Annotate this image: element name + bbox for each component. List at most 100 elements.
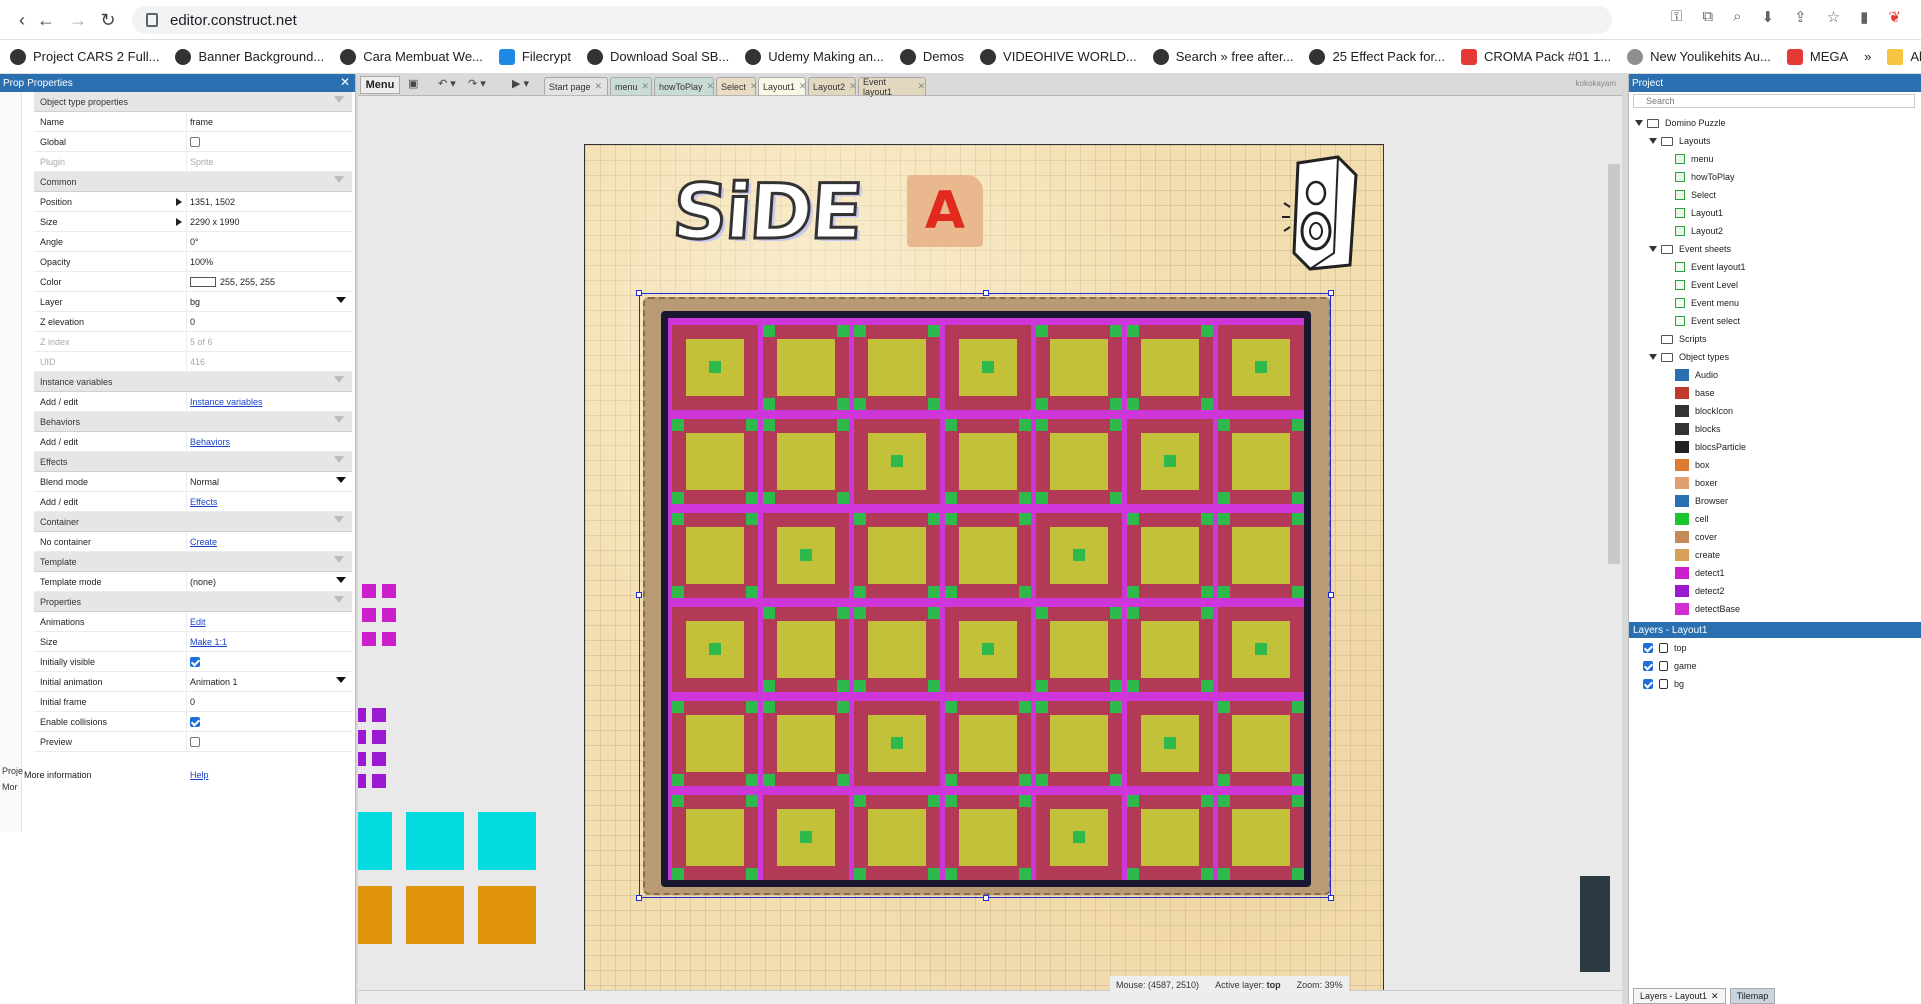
collapse-icon[interactable] [334, 176, 344, 183]
bookmark-item[interactable]: Project CARS 2 Full... [10, 48, 159, 65]
dropdown-icon[interactable] [336, 477, 346, 483]
prop-global[interactable]: Global [34, 132, 352, 152]
prop-enable-collisions[interactable]: Enable collisions [34, 712, 352, 732]
board-cell[interactable] [1127, 419, 1213, 504]
board-cell[interactable] [763, 325, 849, 410]
prop-add-edit-behaviors[interactable]: Add / edit Behaviors [34, 432, 352, 452]
board-cell[interactable] [763, 795, 849, 880]
board-cell[interactable] [763, 701, 849, 786]
undo-icon[interactable]: ↶ ▾ [438, 77, 456, 90]
collapse-icon[interactable] [334, 556, 344, 563]
board-cell[interactable] [672, 325, 758, 410]
board-cell[interactable] [854, 419, 940, 504]
prop-add-edit-iv[interactable]: Add / edit Instance variables [34, 392, 352, 412]
lock-icon[interactable] [1659, 679, 1668, 689]
board-cell[interactable] [854, 607, 940, 692]
resize-handle[interactable] [983, 895, 989, 901]
layer-visible-checkbox[interactable] [1643, 679, 1653, 689]
close-tab-icon[interactable]: ✕ [595, 81, 603, 92]
dropdown-icon[interactable] [336, 577, 346, 583]
tab-layout2[interactable]: Layout2 ✕ [808, 77, 857, 95]
prop-add-edit-effects[interactable]: Add / edit Effects [34, 492, 352, 512]
resize-handle[interactable] [983, 290, 989, 296]
close-tab-icon[interactable]: ✕ [707, 81, 715, 92]
tree-layout-item[interactable]: Layout1 [1635, 204, 1920, 222]
board-cell[interactable] [672, 701, 758, 786]
behaviors-link[interactable]: Behaviors [190, 437, 230, 447]
tab-tilemap[interactable]: Tilemap [1729, 988, 1776, 1004]
board-cell[interactable] [1218, 419, 1304, 504]
tree-layout-item[interactable]: menu [1635, 150, 1920, 168]
more-bookmarks-icon[interactable]: » [1864, 49, 1871, 64]
prop-animations[interactable]: Animations Edit [34, 612, 352, 632]
board-cell[interactable] [854, 795, 940, 880]
prop-z-elevation[interactable]: Z elevation 0 [34, 312, 352, 332]
color-swatch[interactable] [190, 276, 216, 287]
close-tab-icon[interactable]: ✕ [917, 81, 925, 92]
forward-arrow-icon[interactable]: → [62, 4, 94, 36]
tree-object-item[interactable]: cell [1635, 510, 1920, 528]
address-bar[interactable]: editor.construct.net [132, 6, 1612, 34]
layer-visible-checkbox[interactable] [1643, 643, 1653, 653]
bookmark-item[interactable]: Banner Background... [175, 48, 324, 65]
prop-color[interactable]: Color 255, 255, 255 [34, 272, 352, 292]
back-arrow-icon[interactable]: ← [30, 4, 62, 36]
create-container-link[interactable]: Create [190, 537, 217, 547]
play-icon[interactable]: ▶ ▾ [512, 77, 529, 90]
save-icon[interactable]: ▣ [408, 77, 418, 90]
board-cell[interactable] [1218, 795, 1304, 880]
lock-icon[interactable] [1659, 661, 1668, 671]
tree-scripts-folder[interactable]: Scripts [1635, 330, 1920, 348]
board-cell[interactable] [1127, 701, 1213, 786]
section-instance-variables[interactable]: Instance variables [34, 372, 352, 392]
board-cell[interactable] [672, 419, 758, 504]
resize-handle[interactable] [636, 290, 642, 296]
board-cell[interactable] [945, 513, 1031, 598]
prop-preview[interactable]: Preview [34, 732, 352, 752]
collapse-icon[interactable] [334, 456, 344, 463]
board-cell[interactable] [945, 419, 1031, 504]
prop-opacity[interactable]: Opacity 100% [34, 252, 352, 272]
menu-button[interactable]: Menu [360, 76, 400, 94]
speaker-icon[interactable] [1280, 153, 1358, 271]
bookmark-item[interactable]: MEGA [1786, 48, 1848, 65]
bookmark-item[interactable]: VIDEOHIVE WORLD... [980, 48, 1137, 65]
board-cell[interactable] [1036, 607, 1122, 692]
open-tab-icon[interactable]: ⧉ [1702, 8, 1713, 26]
tree-event-item[interactable]: Event select [1635, 312, 1920, 330]
tree-object-item[interactable]: Browser [1635, 492, 1920, 510]
expand-arrow-icon[interactable] [176, 198, 182, 206]
board-cell[interactable] [945, 795, 1031, 880]
bookmark-item[interactable]: Filecrypt [498, 48, 571, 65]
tree-object-item[interactable]: detect1 [1635, 564, 1920, 582]
layer-row-game[interactable]: game [1643, 658, 1697, 674]
layout-canvas[interactable]: SiDE A [584, 144, 1384, 994]
bookmark-item[interactable]: Cara Membuat We... [340, 48, 483, 65]
board-cell[interactable] [1127, 795, 1213, 880]
tree-events-folder[interactable]: Event sheets [1635, 240, 1920, 258]
board-cell[interactable] [1218, 325, 1304, 410]
prop-template-mode[interactable]: Template mode (none) [34, 572, 352, 592]
tree-layout-item[interactable]: howToPlay [1635, 168, 1920, 186]
section-container[interactable]: Container [34, 512, 352, 532]
board-cell[interactable] [1036, 419, 1122, 504]
close-tab-icon[interactable]: ✕ [1711, 991, 1719, 1002]
tree-object-item[interactable]: blockIcon [1635, 402, 1920, 420]
section-common[interactable]: Common [34, 172, 352, 192]
prop-initial-animation[interactable]: Initial animation Animation 1 [34, 672, 352, 692]
section-behaviors[interactable]: Behaviors [34, 412, 352, 432]
horizontal-scrollbar[interactable] [358, 990, 1622, 1004]
expand-icon[interactable] [1649, 138, 1657, 144]
tree-event-item[interactable]: Event Level [1635, 276, 1920, 294]
extension-icon[interactable]: ❦ [1888, 8, 1901, 26]
resize-handle[interactable] [636, 592, 642, 598]
collapse-icon[interactable] [334, 96, 344, 103]
section-effects[interactable]: Effects [34, 452, 352, 472]
collapse-icon[interactable] [334, 516, 344, 523]
board-cell[interactable] [1127, 607, 1213, 692]
board-cell[interactable] [1127, 513, 1213, 598]
sidepanel-icon[interactable]: ▮ [1860, 8, 1868, 26]
all-bookmarks[interactable]: All Bookmarks [1887, 48, 1921, 65]
board-cell[interactable] [854, 701, 940, 786]
board-cell[interactable] [854, 513, 940, 598]
